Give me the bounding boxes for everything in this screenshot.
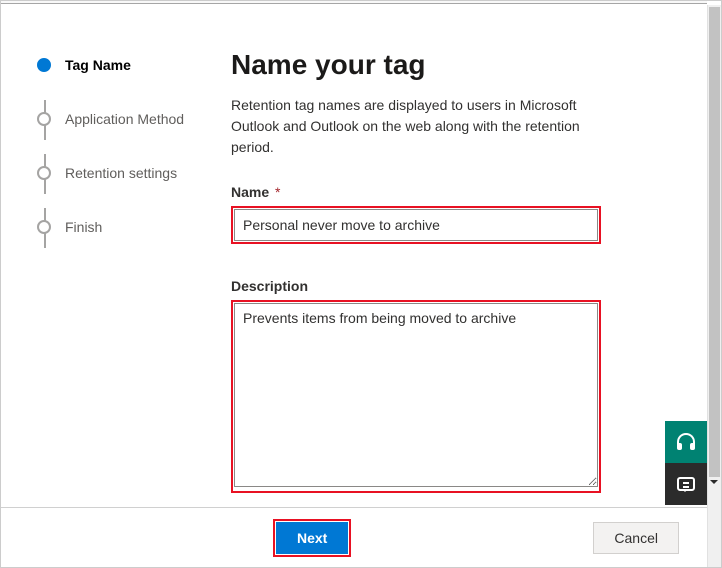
- chat-icon: [677, 477, 695, 491]
- name-label-text: Name: [231, 184, 269, 200]
- name-label: Name *: [231, 184, 601, 200]
- next-button[interactable]: Next: [276, 522, 348, 554]
- required-indicator: *: [275, 184, 280, 200]
- description-highlight: [231, 300, 601, 493]
- main-panel: Name your tag Retention tag names are di…: [211, 35, 651, 567]
- support-widget[interactable]: [665, 421, 707, 463]
- wizard-footer: Next Cancel: [1, 507, 707, 567]
- top-border: [1, 1, 707, 4]
- step-application-method[interactable]: Application Method: [37, 109, 211, 129]
- step-tag-name[interactable]: Tag Name: [37, 55, 211, 75]
- scroll-area: Tag Name Application Method Retention se…: [1, 5, 707, 567]
- step-label: Retention settings: [65, 165, 177, 181]
- content-row: Tag Name Application Method Retention se…: [1, 5, 707, 567]
- name-input[interactable]: [234, 209, 598, 241]
- wizard-dialog: Tag Name Application Method Retention se…: [0, 0, 722, 568]
- step-label: Tag Name: [65, 57, 131, 73]
- cancel-button[interactable]: Cancel: [593, 522, 679, 554]
- name-highlight: [231, 206, 601, 244]
- description-label: Description: [231, 278, 601, 294]
- description-input[interactable]: [234, 303, 598, 487]
- step-dot-active-icon: [37, 58, 51, 72]
- feedback-widget[interactable]: [665, 463, 707, 505]
- page-title: Name your tag: [231, 49, 601, 81]
- wizard-steps: Tag Name Application Method Retention se…: [1, 35, 211, 567]
- chevron-down-icon: [710, 480, 718, 488]
- step-dot-icon: [37, 166, 51, 180]
- step-dot-icon: [37, 220, 51, 234]
- step-label: Application Method: [65, 111, 184, 127]
- intro-text: Retention tag names are displayed to use…: [231, 95, 601, 158]
- headset-icon: [677, 433, 695, 451]
- next-highlight: Next: [273, 519, 351, 557]
- step-dot-icon: [37, 112, 51, 126]
- step-finish[interactable]: Finish: [37, 217, 211, 237]
- step-label: Finish: [65, 219, 102, 235]
- side-widgets: [665, 421, 707, 505]
- step-retention-settings[interactable]: Retention settings: [37, 163, 211, 183]
- scrollbar-thumb[interactable]: [709, 7, 720, 477]
